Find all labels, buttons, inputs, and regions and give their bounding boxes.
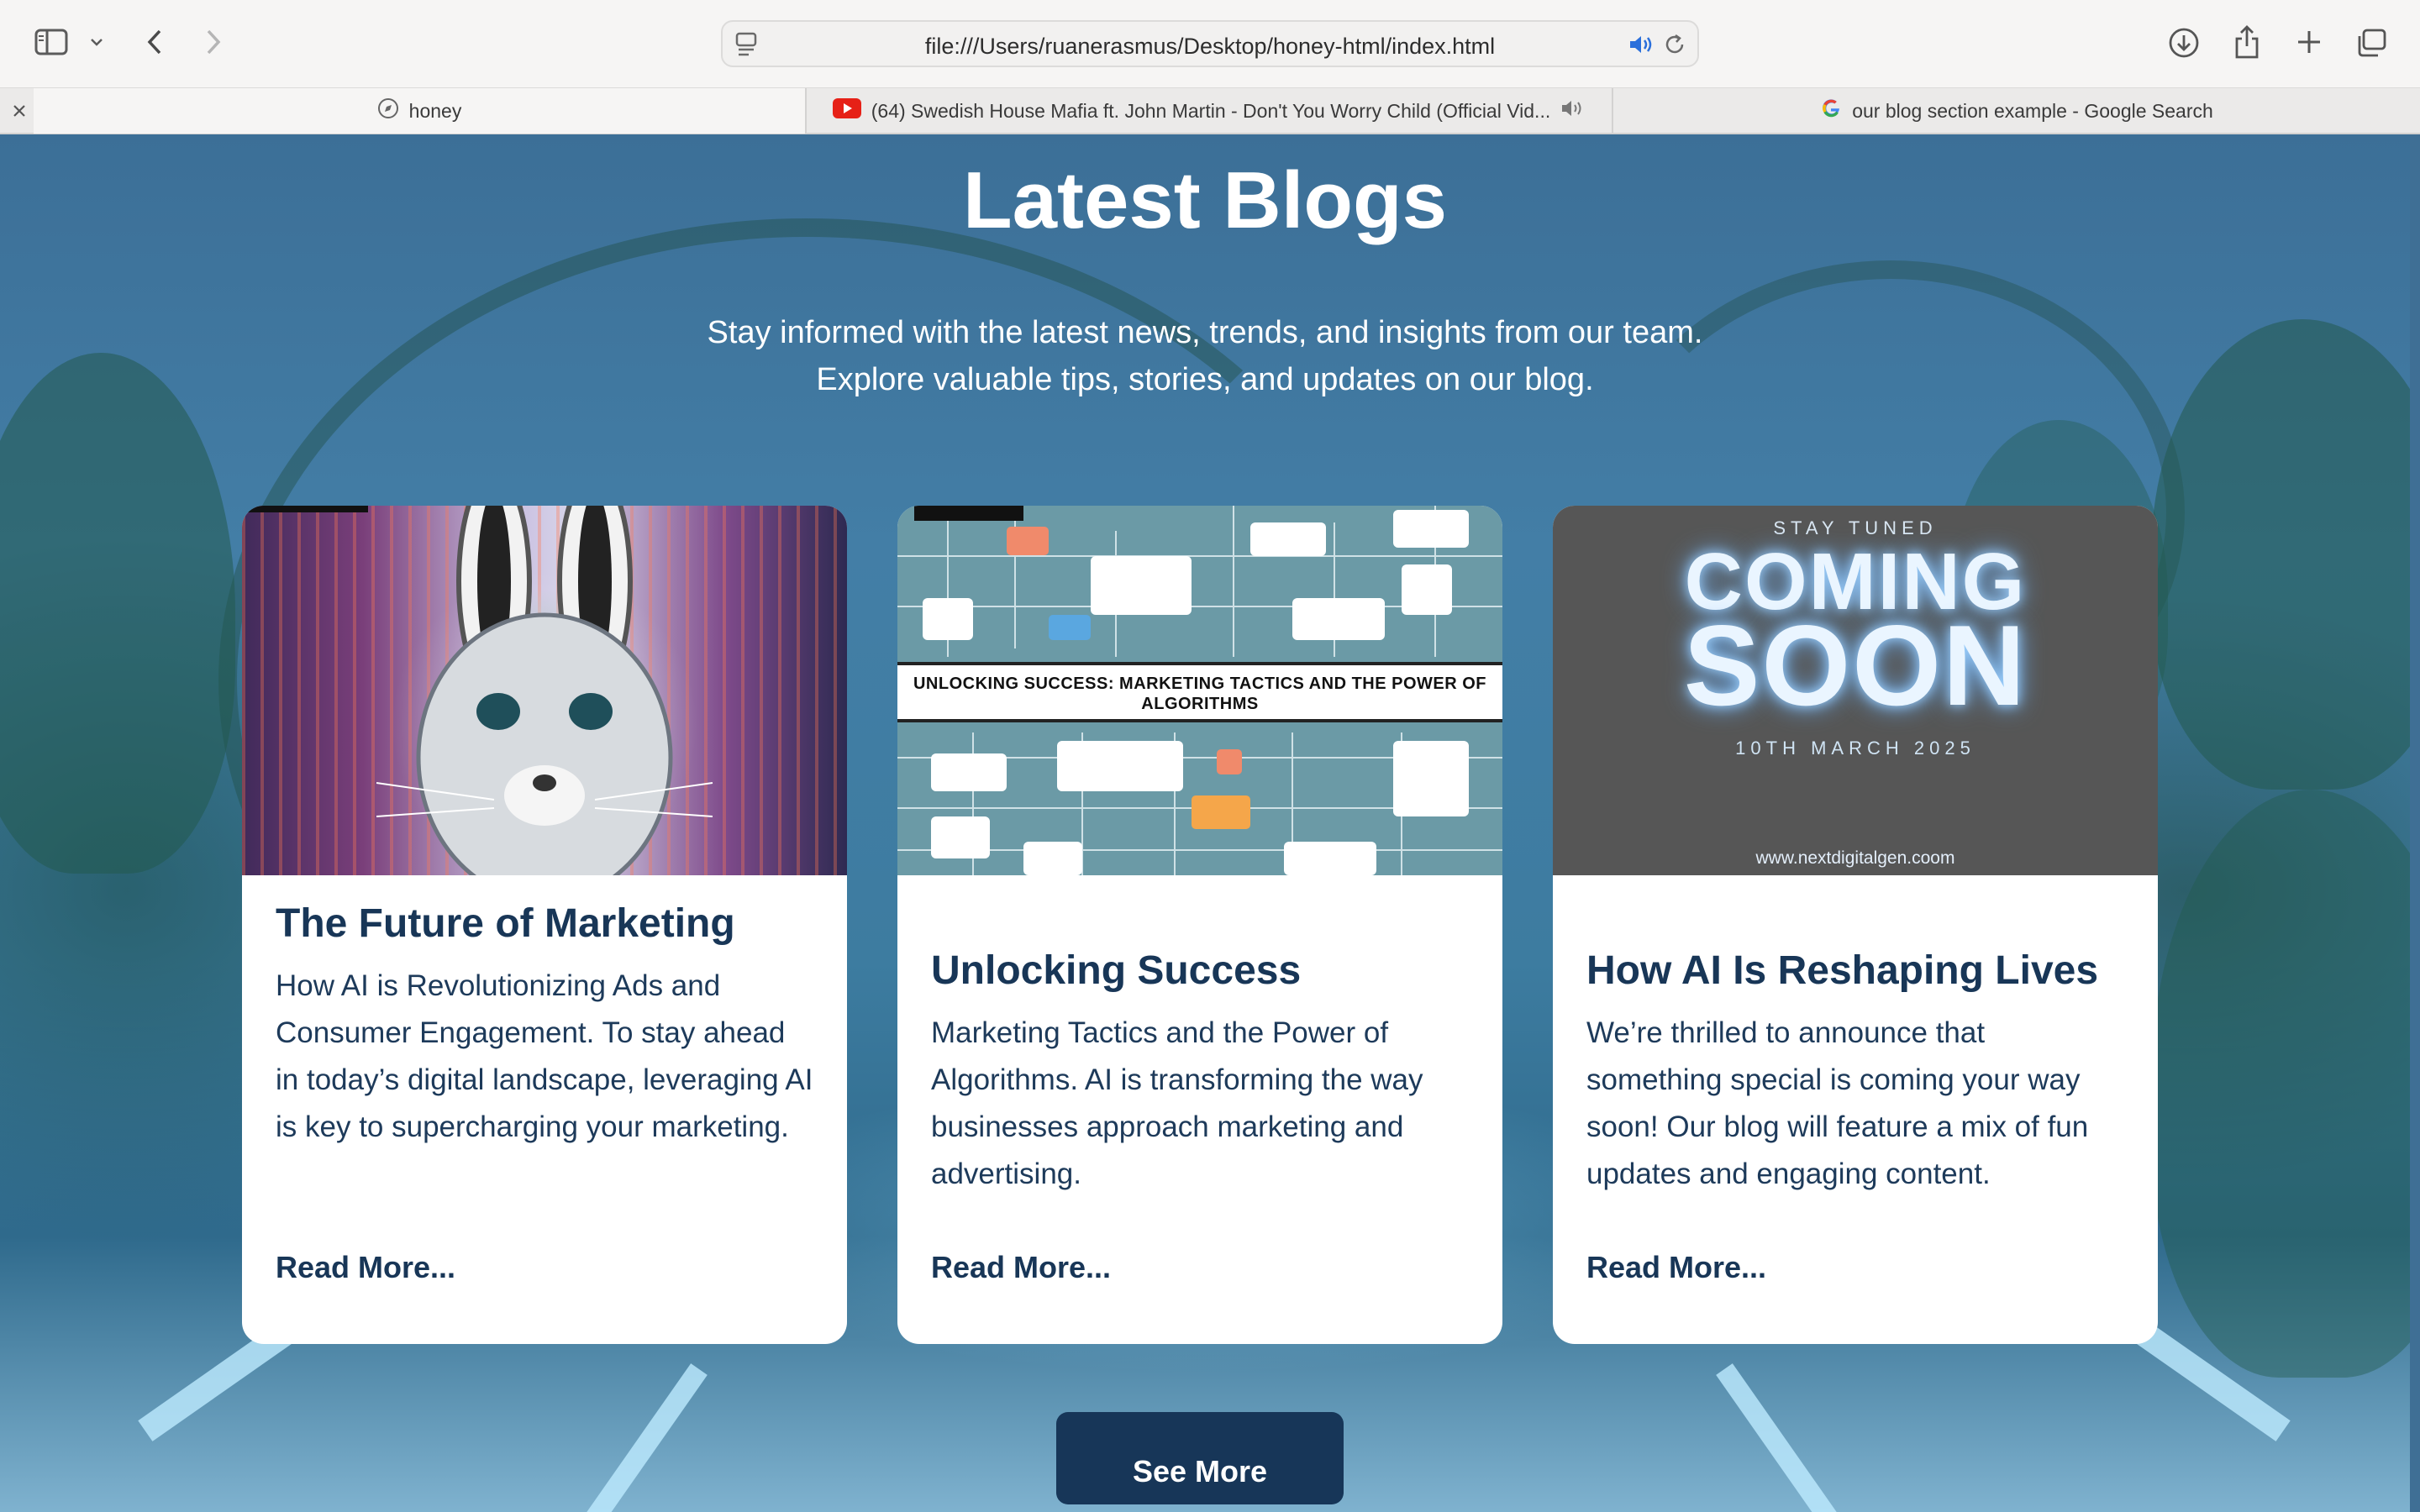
coming-soon-line: SOON [1683, 601, 2028, 729]
blog-card-image-banner: UNLOCKING SUCCESS: MARKETING TACTICS AND… [897, 662, 1502, 722]
blog-card-title[interactable]: How AI Is Reshaping Lives [1586, 948, 2133, 994]
sidebar-toggle-icon[interactable] [32, 25, 71, 59]
speaker-icon[interactable] [1628, 34, 1655, 60]
subtitle-line: Explore valuable tips, stories, and upda… [816, 362, 1594, 397]
url-text[interactable]: file:///Users/ruanerasmus/Desktop/honey-… [723, 34, 1697, 60]
blog-card: STAY TUNED COMING SOON 10TH MARCH 2025 w… [1553, 506, 2158, 1344]
new-tab-icon[interactable] [2292, 25, 2326, 59]
coming-soon-date: 10TH MARCH 2025 [1735, 738, 1975, 759]
tab-label: our blog section example - Google Search [1852, 99, 2213, 122]
tab-honey[interactable]: honey [34, 88, 805, 134]
road-line [1716, 1363, 1839, 1512]
close-tab-icon[interactable] [12, 103, 27, 123]
tab-overview-icon[interactable] [2353, 25, 2390, 60]
blog-card: The Future of Marketing How AI is Revolu… [242, 506, 847, 1344]
share-icon[interactable] [2230, 22, 2264, 62]
blog-card-image: STAY TUNED COMING SOON 10TH MARCH 2025 w… [1553, 506, 2158, 875]
read-more-link[interactable]: Read More... [276, 1250, 455, 1285]
browser-toolbar: file:///Users/ruanerasmus/Desktop/honey-… [0, 0, 2420, 87]
read-more-link[interactable]: Read More... [1586, 1250, 1766, 1285]
section-title: Latest Blogs [962, 155, 1448, 245]
tab-label: honey [408, 99, 462, 122]
road-line [584, 1363, 708, 1512]
scrollbar[interactable] [2410, 134, 2420, 1512]
background-tree [0, 353, 235, 874]
tab-bar: honey (64) Swedish House Mafia ft. John … [0, 87, 2420, 134]
tab-label: (64) Swedish House Mafia ft. John Martin… [871, 99, 1551, 122]
blog-card-title[interactable]: The Future of Marketing [276, 900, 822, 947]
coming-soon-graphic: STAY TUNED COMING SOON 10TH MARCH 2025 w… [1553, 506, 2158, 875]
blog-card-excerpt: We’re thrilled to announce that somethin… [1586, 1016, 2089, 1190]
subtitle-line: Stay informed with the latest news, tren… [707, 315, 1703, 350]
blog-card-excerpt: Marketing Tactics and the Power of Algor… [931, 1016, 1423, 1190]
forward-icon[interactable] [198, 25, 229, 59]
chevron-down-icon[interactable] [86, 30, 108, 54]
blog-card-title[interactable]: Unlocking Success [931, 948, 1477, 994]
background-tree [2151, 790, 2410, 1378]
coming-soon-url: www.nextdigitalgen.coom [1755, 848, 1955, 868]
youtube-icon [832, 98, 861, 123]
blog-card: UNLOCKING SUCCESS: MARKETING TACTICS AND… [897, 506, 1502, 1344]
reload-icon[interactable] [1662, 32, 1687, 61]
downloads-icon[interactable] [2166, 25, 2202, 60]
robot-rabbit-illustration [242, 506, 713, 875]
blog-card-image: UNLOCKING SUCCESS: MARKETING TACTICS AND… [897, 506, 1502, 875]
see-more-button[interactable]: See More [1056, 1412, 1344, 1504]
blog-card-image [242, 506, 847, 875]
back-icon[interactable] [139, 25, 170, 59]
google-icon [1820, 97, 1842, 124]
compass-icon [377, 97, 399, 124]
speaker-muted-icon[interactable] [1560, 98, 1586, 123]
blog-card-excerpt: How AI is Revolutionizing Ads and Consum… [276, 969, 813, 1143]
read-more-link[interactable]: Read More... [931, 1250, 1111, 1285]
tab-google-search[interactable]: our blog section example - Google Search [1613, 88, 2420, 134]
tab-youtube[interactable]: (64) Swedish House Mafia ft. John Martin… [807, 88, 1612, 134]
section-subtitle: Stay informed with the latest news, tren… [0, 309, 2410, 403]
blog-section: Latest Blogs Stay informed with the late… [0, 134, 2410, 1512]
address-bar[interactable]: file:///Users/ruanerasmus/Desktop/honey-… [721, 20, 1699, 67]
